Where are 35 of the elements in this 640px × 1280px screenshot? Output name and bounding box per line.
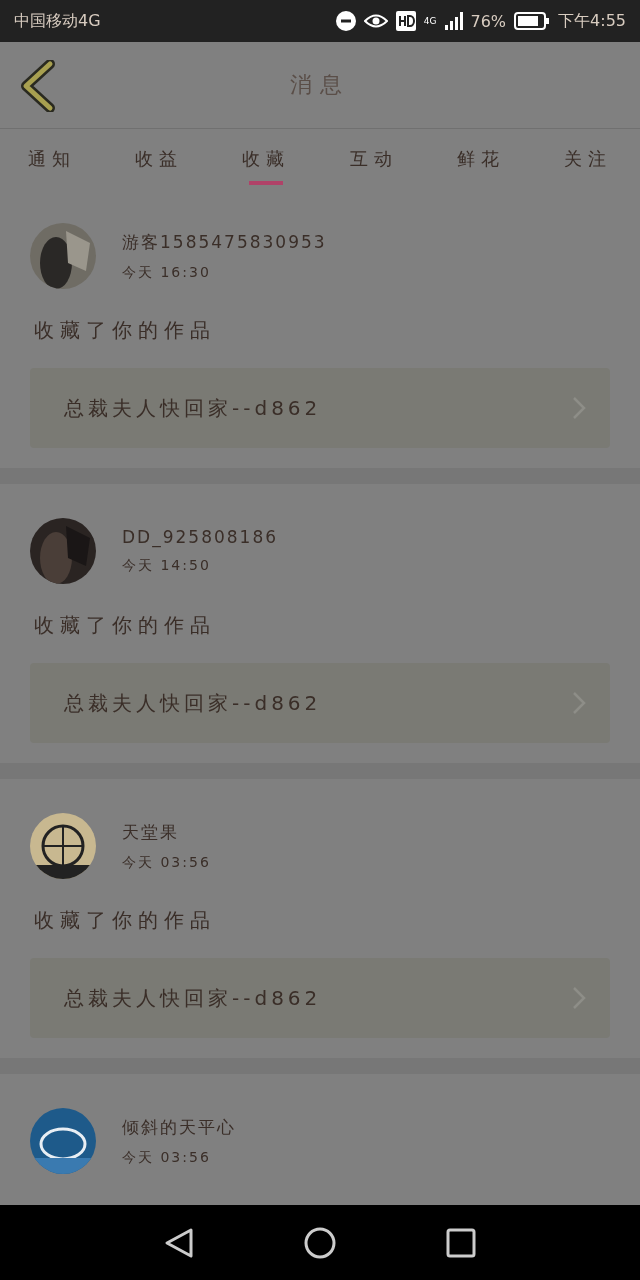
recents-nav-icon[interactable] — [446, 1227, 476, 1258]
message-text: 收藏了你的作品 — [33, 612, 217, 639]
eye-icon — [363, 13, 388, 29]
user-name: DD_925808186 — [122, 527, 279, 547]
do-not-disturb-icon — [335, 11, 356, 31]
tab[interactable]: 关注 — [549, 129, 626, 189]
chevron-left-icon — [20, 60, 56, 112]
battery-percent: 76% — [470, 11, 507, 31]
work-link[interactable]: 总裁夫人快回家--d862 — [30, 368, 610, 448]
battery-icon — [514, 12, 551, 30]
back-nav-icon[interactable] — [164, 1226, 194, 1259]
message-text: 收藏了你的作品 — [33, 317, 217, 344]
back-button[interactable] — [18, 60, 58, 112]
tab[interactable]: 通知 — [14, 129, 90, 189]
home-nav-icon[interactable] — [304, 1226, 336, 1259]
clock: 下午4:55 — [558, 10, 626, 32]
tab[interactable]: 收藏 — [228, 129, 305, 189]
work-link[interactable]: 总裁夫人快回家--d862 — [30, 958, 610, 1038]
carrier-name: 中国移动4G — [14, 10, 101, 32]
tab[interactable]: 互动 — [335, 129, 412, 189]
hd-icon — [395, 11, 416, 31]
page-title: 消息 — [290, 71, 350, 99]
tab[interactable]: 收益 — [121, 129, 198, 189]
work-link[interactable]: 总裁夫人快回家--d862 — [30, 663, 610, 743]
message-time: 今天 03:56 — [122, 1148, 212, 1167]
network-type: 4G — [423, 16, 437, 26]
user-name: 倾斜的天平心 — [122, 1115, 236, 1139]
user-name: 天堂果 — [122, 820, 180, 844]
message-time: 今天 16:30 — [122, 263, 212, 282]
message-time: 今天 03:56 — [122, 853, 211, 872]
message-time: 今天 14:50 — [122, 557, 212, 575]
message-text: 收藏了你的作品 — [33, 907, 217, 934]
user-name: 游客1585475830953 — [122, 230, 327, 254]
signal-icon — [444, 12, 463, 30]
tab[interactable]: 鲜花 — [442, 129, 519, 189]
